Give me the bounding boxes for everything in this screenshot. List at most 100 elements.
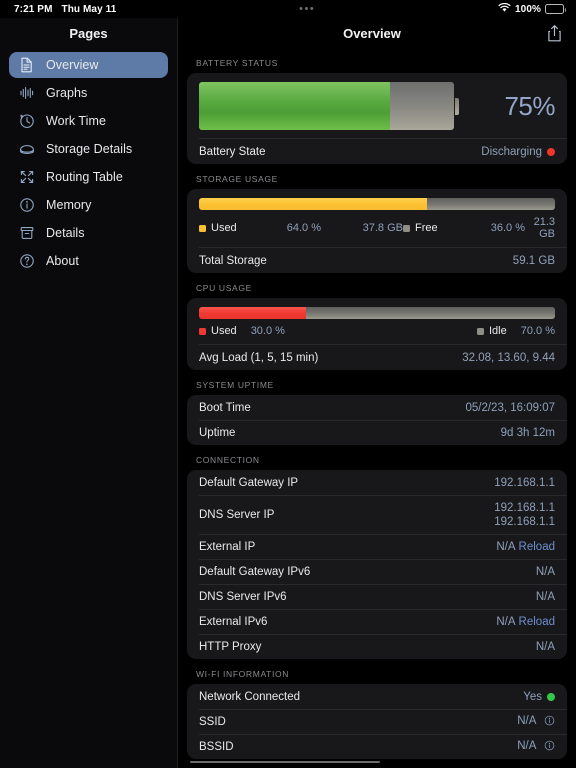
default-gateway-ipv6-label: Default Gateway IPv6 (199, 565, 311, 578)
uptime-label: Uptime (199, 426, 236, 439)
storage-free-legend: Free (403, 222, 455, 234)
storage-used-size: 37.8 GB (362, 222, 403, 234)
total-storage-value: 59.1 GB (512, 254, 555, 267)
wifi-card: Network Connected Yes SSID N/A BSSID N/A (187, 684, 567, 759)
bssid-value: N/A (517, 739, 536, 752)
default-gateway-ip-row: Default Gateway IP 192.168.1.1 (187, 470, 567, 495)
dns-server-ipv6-label: DNS Server IPv6 (199, 590, 287, 603)
battery-state-row: Battery State Discharging (187, 139, 567, 164)
external-ip-row: External IP N/A Reload (187, 534, 567, 559)
external-ipv6-value: N/A (496, 615, 516, 628)
bssid-label: BSSID (199, 740, 234, 753)
dns-server-ipv6-row: DNS Server IPv6 N/A (187, 584, 567, 609)
storage-used-legend: Used (199, 222, 257, 234)
sidebar-item-label: Work Time (46, 113, 106, 128)
archive-box-icon (18, 225, 35, 242)
storage-legend: Used 64.0 % 37.8 GB Free 36.0 % 21.3 GB (187, 210, 567, 247)
sidebar-nav: Overview Graphs Work Time Storage Detail… (0, 48, 177, 274)
sidebar-item-label: Details (46, 225, 85, 240)
external-ipv6-row: External IPv6 N/A Reload (187, 609, 567, 634)
sidebar-item-overview[interactable]: Overview (9, 52, 168, 78)
external-ip-label: External IP (199, 540, 256, 553)
disk-drive-icon (18, 141, 35, 158)
uptime-card: Boot Time 05/2/23, 16:09:07 Uptime 9d 3h… (187, 395, 567, 445)
document-icon (18, 57, 35, 74)
page-title: Overview (343, 25, 401, 41)
red-swatch-icon (199, 327, 206, 335)
overview-scroll-area[interactable]: Battery Status 75% (178, 48, 576, 768)
waveform-icon (18, 85, 35, 102)
external-ip-reload-button[interactable]: Reload (519, 541, 555, 553)
default-gateway-ipv6-value: N/A (535, 565, 555, 578)
section-title-cpu: CPU Usage (196, 283, 252, 293)
sidebar-item-storage-details[interactable]: Storage Details (9, 136, 168, 162)
section-title-battery: Battery Status (196, 58, 278, 68)
uptime-row: Uptime 9d 3h 12m (187, 420, 567, 445)
dns-server-ip-value-2: 192.168.1.1 (494, 515, 555, 528)
external-ipv6-reload-button[interactable]: Reload (519, 616, 555, 628)
battery-state-label: Battery State (199, 145, 266, 158)
battery-card: 75% Battery State Discharging (187, 73, 567, 164)
sidebar-item-memory[interactable]: Memory (9, 192, 168, 218)
ipad-screen: 7:21 PM Thu May 11 ••• 100% Pages Overvi… (0, 0, 576, 768)
gray-swatch-icon (477, 327, 484, 335)
external-ipv6-label: External IPv6 (199, 615, 268, 628)
sidebar-item-details[interactable]: Details (9, 220, 168, 246)
http-proxy-value: N/A (535, 640, 555, 653)
sidebar-item-label: Graphs (46, 85, 88, 100)
battery-full-icon (545, 4, 566, 14)
yellow-swatch-icon (199, 224, 206, 232)
default-gateway-ip-value: 192.168.1.1 (494, 476, 555, 489)
storage-used-fill (199, 198, 427, 210)
storage-free-size: 21.3 GB (533, 216, 555, 240)
external-ipv6-value-wrap: N/A Reload (496, 616, 555, 628)
external-ip-value-wrap: N/A Reload (496, 541, 555, 553)
http-proxy-row: HTTP Proxy N/A (187, 634, 567, 659)
http-proxy-label: HTTP Proxy (199, 640, 262, 653)
dns-server-ip-values: 192.168.1.1 192.168.1.1 (494, 501, 555, 529)
cpu-used-fill (199, 307, 306, 319)
routing-arrows-icon (18, 169, 35, 186)
network-connected-row: Network Connected Yes (187, 684, 567, 709)
cpu-used-item: Used (199, 325, 237, 337)
battery-state-value-wrap: Discharging (481, 146, 555, 158)
network-connected-value: Yes (523, 690, 542, 703)
default-gateway-ip-label: Default Gateway IP (199, 476, 299, 489)
multitask-dots-icon[interactable]: ••• (299, 4, 315, 15)
gray-swatch-icon (403, 224, 410, 232)
cpu-idle-item: Idle (477, 325, 507, 337)
storage-free-percent: 36.0 % (490, 222, 525, 234)
sidebar-item-routing-table[interactable]: Routing Table (9, 164, 168, 190)
horizontal-scroll-indicator[interactable] (190, 760, 380, 763)
battery-empty-fill (390, 82, 454, 130)
status-date: Thu May 11 (61, 3, 117, 15)
external-ip-value: N/A (496, 540, 516, 553)
battery-terminal-icon (455, 97, 459, 115)
battery-state-value: Discharging (481, 145, 542, 158)
main-body: Pages Overview Graphs Work Time Storage … (0, 18, 576, 768)
dns-server-ip-label: DNS Server IP (199, 508, 275, 521)
sidebar-header: Pages (0, 18, 177, 48)
sidebar-item-work-time[interactable]: Work Time (9, 108, 168, 134)
sidebar-item-about[interactable]: About (9, 248, 168, 274)
storage-bar-block (187, 189, 567, 210)
info-circle-icon[interactable] (544, 715, 555, 729)
content-header: Overview (178, 18, 576, 48)
storage-used-label: Used (211, 222, 237, 234)
cpu-bar-block (187, 298, 567, 319)
bssid-value-wrap: N/A (517, 740, 555, 754)
share-button[interactable] (542, 21, 566, 45)
info-circle-icon[interactable] (544, 740, 555, 754)
question-circle-icon (18, 253, 35, 270)
multitask-handle[interactable]: ••• (116, 4, 498, 15)
sidebar-item-graphs[interactable]: Graphs (9, 80, 168, 106)
storage-used-percent: 64.0 % (286, 222, 321, 234)
battery-percent-label: 75% (504, 90, 555, 121)
avg-load-value: 32.08, 13.60, 9.44 (462, 351, 555, 364)
dns-server-ip-row: DNS Server IP 192.168.1.1 192.168.1.1 (187, 495, 567, 534)
cpu-idle-legend: Idle 70.0 % (477, 325, 555, 337)
battery-charge-fill (199, 82, 391, 130)
section-title-uptime: System Uptime (196, 380, 274, 390)
content-pane: Overview Battery Status (178, 18, 576, 768)
storage-bar (199, 198, 555, 210)
